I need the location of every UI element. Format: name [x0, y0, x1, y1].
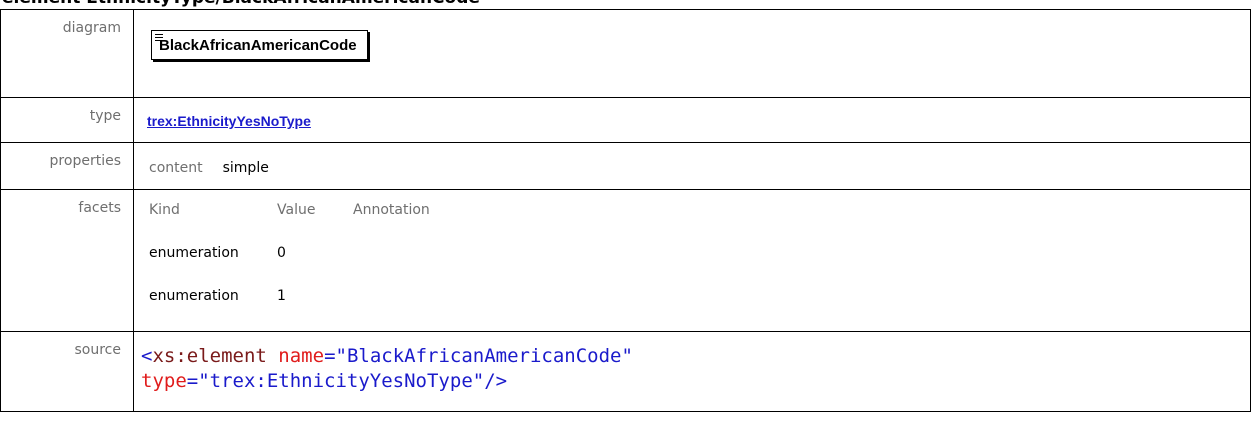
source-code: <xs:element name="BlackAfricanAmericanCo… [141, 344, 1250, 394]
facet-kind: enumeration [149, 245, 239, 261]
facet-kind: enumeration [149, 288, 239, 304]
property-value: simple [222, 160, 269, 176]
type-link[interactable]: trex:EthnicityYesNoType [147, 113, 311, 129]
type-row: type trex:EthnicityYesNoType [0, 97, 1251, 143]
source-equals: = [324, 345, 336, 367]
facet-row: enumeration 1 [149, 288, 1250, 331]
facets-grid: Kind Value Annotation enumeration 0 enum… [149, 202, 1250, 331]
facet-value: 0 [277, 245, 286, 261]
facets-header-annotation: Annotation [353, 202, 430, 218]
diagram-label: diagram [0, 9, 134, 98]
source-attr-name: name [278, 345, 325, 367]
facets-row: facets Kind Value Annotation enumeration… [0, 189, 1251, 332]
element-content-icon [155, 34, 163, 43]
source-close: /> [484, 370, 508, 392]
facets-header-value: Value [277, 202, 316, 218]
source-attr-value: "trex:EthnicityYesNoType" [198, 370, 485, 392]
facets-label: facets [0, 189, 134, 332]
element-diagram-name: BlackAfricanAmericanCode [159, 37, 357, 54]
source-attr-name: type [141, 370, 187, 392]
source-open-bracket: < [141, 345, 153, 367]
page-heading: element EthnicityType/BlackAfricanAmeric… [0, 0, 1251, 9]
type-label: type [0, 97, 134, 143]
diagram-cell: BlackAfricanAmericanCode [133, 9, 1251, 98]
type-cell: trex:EthnicityYesNoType [133, 97, 1251, 143]
source-equals: = [186, 370, 199, 392]
source-row: source <xs:element name="BlackAfricanAme… [0, 331, 1251, 412]
facets-cell: Kind Value Annotation enumeration 0 enum… [133, 189, 1251, 332]
facet-row: enumeration 0 [149, 245, 1250, 288]
properties-row: properties content simple [0, 142, 1251, 190]
source-attr-value: "BlackAfricanAmericanCode" [335, 345, 633, 367]
facet-value: 1 [277, 288, 286, 304]
element-diagram-box[interactable]: BlackAfricanAmericanCode [151, 30, 368, 60]
property-key: content [149, 160, 203, 176]
source-cell: <xs:element name="BlackAfricanAmericanCo… [133, 331, 1251, 412]
properties-label: properties [0, 142, 134, 190]
diagram-row: diagram BlackAfricanAmericanCode [0, 9, 1251, 98]
documentation-table: diagram BlackAfricanAmericanCode type tr… [0, 9, 1251, 412]
facets-header-row: Kind Value Annotation [149, 202, 1250, 245]
properties-cell: content simple [133, 142, 1251, 190]
source-label: source [0, 331, 134, 412]
facets-header-kind: Kind [149, 202, 180, 218]
source-tag-name: xs:element [152, 345, 267, 367]
